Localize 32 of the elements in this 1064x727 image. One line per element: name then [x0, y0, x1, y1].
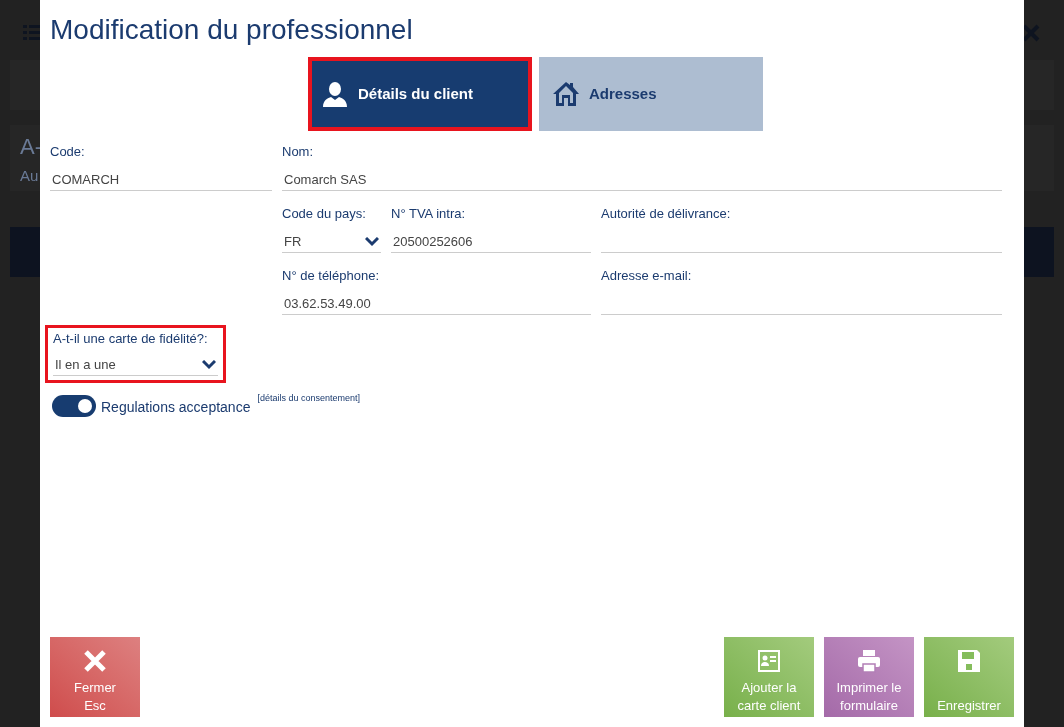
house-icon — [553, 81, 579, 107]
field-label: N° TVA intra: — [391, 205, 466, 223]
input-field[interactable]: 20500252606 — [391, 231, 591, 253]
chevron-down-icon — [202, 359, 216, 370]
tab[interactable]: Détails du client — [308, 57, 532, 131]
field-label: N° de téléphone: — [282, 267, 379, 285]
close-icon — [83, 649, 107, 673]
close-button[interactable]: Fermer Esc — [50, 637, 140, 717]
dropdown[interactable]: FR — [282, 231, 381, 253]
background-text: Au — [20, 166, 39, 186]
field-label: Code: — [50, 143, 85, 161]
field-label: Code du pays: — [282, 205, 366, 223]
input-field[interactable]: COMARCH — [50, 169, 272, 191]
tab[interactable]: Adresses — [539, 57, 763, 131]
background-text: A- — [20, 133, 42, 161]
field-label: A-t-il une carte de fidélité?: — [53, 330, 208, 348]
chevron-down-icon — [365, 236, 379, 247]
toggle-switch[interactable] — [52, 395, 96, 417]
field-label: Nom: — [282, 143, 314, 161]
person-icon — [322, 81, 348, 107]
dialog-title: Modification du professionnel — [50, 13, 413, 47]
field-label: Adresse e-mail: — [601, 267, 692, 285]
close-icon[interactable] — [1022, 24, 1040, 42]
consent-details-link[interactable]: [détails du consentement] — [257, 392, 360, 406]
field-label: Autorité de délivrance: — [601, 205, 731, 223]
input-field[interactable]: 03.62.53.49.00 — [282, 293, 591, 315]
toggle-label: Regulations acceptance — [101, 398, 251, 417]
input-field[interactable]: Comarch SAS — [282, 169, 1002, 191]
id-card-icon — [757, 649, 781, 673]
dropdown[interactable]: Il en a une — [53, 354, 218, 376]
menu-icon[interactable] — [23, 25, 41, 40]
printer-icon — [857, 649, 881, 673]
